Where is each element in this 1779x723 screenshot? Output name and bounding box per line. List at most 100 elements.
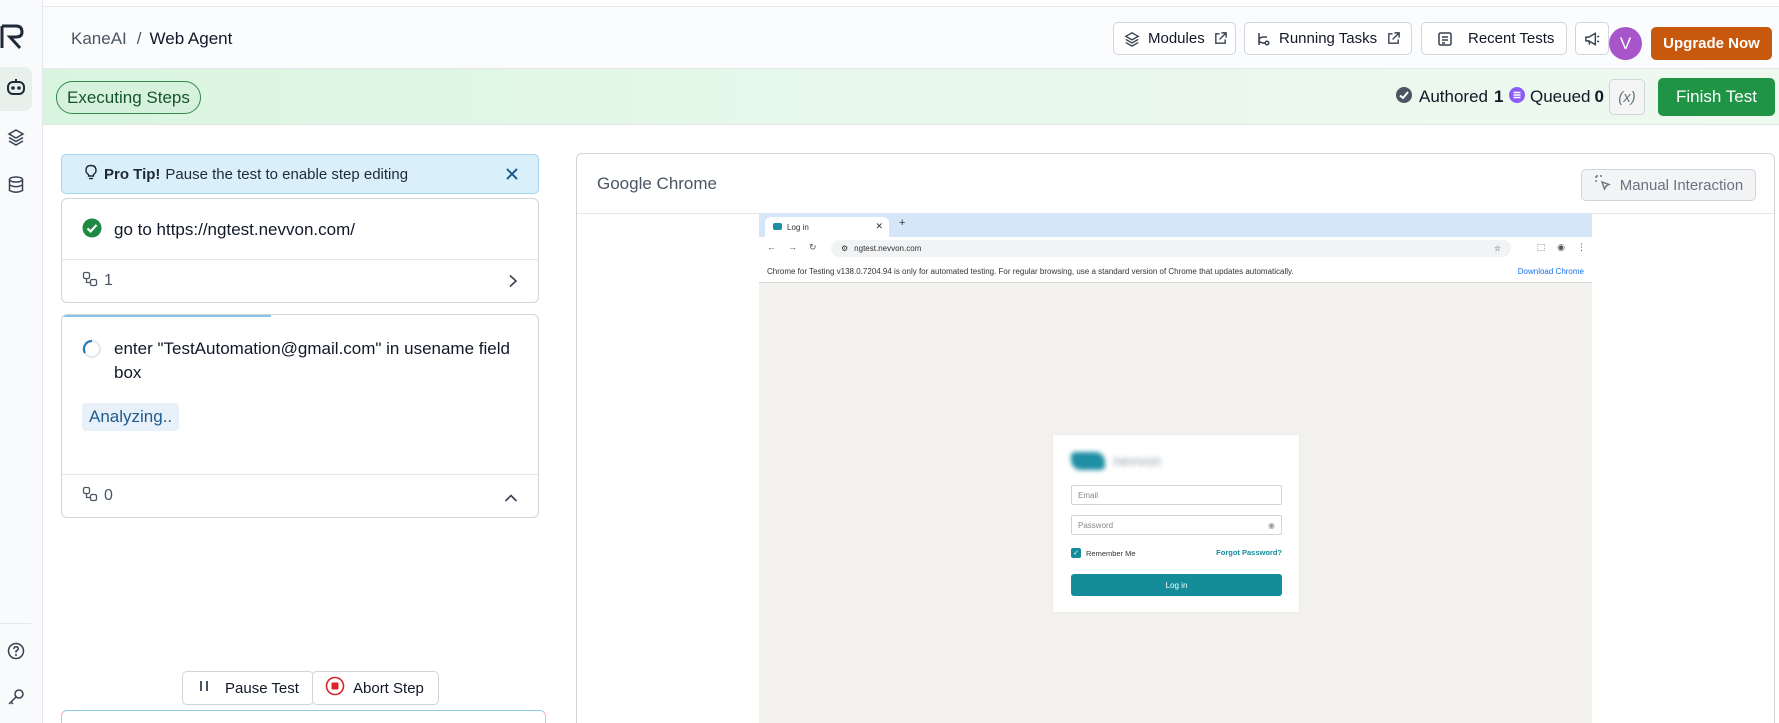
abort-step-label: Abort Step: [353, 679, 424, 697]
step-card[interactable]: go to https://ngtest.nevvon.com/ 1: [61, 198, 539, 303]
left-rail: [0, 0, 43, 723]
chrome-toolbar-right: ⬚ ◉ ⋮: [1537, 242, 1586, 253]
check-circle-icon: [1395, 86, 1413, 109]
download-chrome-link[interactable]: Download Chrome: [1518, 267, 1584, 276]
queued-label: Queued: [1530, 87, 1591, 106]
spinner-icon: [82, 339, 102, 364]
external-link-icon: [1385, 30, 1401, 48]
pro-tip-banner: Pro Tip! Pause the test to enable step e…: [61, 154, 539, 194]
pause-icon: [197, 679, 211, 697]
queue-icon: [1508, 86, 1526, 109]
step-footer[interactable]: 1: [62, 259, 538, 302]
close-icon[interactable]: [502, 164, 522, 184]
chevron-right-icon[interactable]: [508, 274, 518, 293]
manual-interaction-label: Manual Interaction: [1619, 176, 1744, 194]
rail-modules-button[interactable]: [0, 117, 32, 161]
chrome-testing-infobar: Chrome for Testing v138.0.7204.94 is onl…: [759, 260, 1592, 283]
stop-circle-icon: [325, 676, 345, 700]
breadcrumb-separator: /: [136, 28, 142, 48]
running-tasks-label: Running Tasks: [1279, 30, 1378, 47]
top-header: KaneAI / Web Agent Modules Running Tasks: [43, 6, 1779, 69]
step-text: enter "TestAutomation@gmail.com" in usen…: [114, 339, 510, 382]
password-field[interactable]: Password ◉: [1071, 515, 1282, 535]
pause-test-button[interactable]: Pause Test: [182, 671, 314, 705]
step-done-check-icon: [82, 218, 102, 243]
modules-button[interactable]: Modules: [1113, 22, 1236, 55]
browser-screenshot[interactable]: Log in ✕ + ← → ↻ ⚙ ngtest.nevvon.com ☆ ⬚: [759, 213, 1592, 723]
layers-icon: [7, 128, 25, 151]
rail-key-button[interactable]: [0, 677, 32, 721]
executing-steps-badge: Executing Steps: [56, 81, 201, 114]
url-text: ngtest.nevvon.com: [854, 244, 922, 253]
modules-label: Modules: [1148, 30, 1205, 47]
breadcrumb: KaneAI / Web Agent: [71, 7, 232, 70]
authored-stat: Authored 1: [1395, 83, 1503, 111]
manual-interaction-button[interactable]: Manual Interaction: [1581, 169, 1756, 201]
reload-icon[interactable]: ↻: [809, 242, 817, 253]
profile-icon[interactable]: ◉: [1557, 242, 1565, 253]
queued-count: 0: [1594, 87, 1604, 106]
key-icon: [7, 688, 25, 711]
help-icon: [7, 642, 25, 665]
finish-test-button[interactable]: Finish Test: [1658, 78, 1775, 116]
external-link-icon: [1213, 30, 1228, 48]
eye-icon[interactable]: ◉: [1268, 521, 1275, 530]
new-tab-icon[interactable]: +: [899, 217, 905, 229]
step-footer[interactable]: 0: [62, 474, 538, 517]
robot-icon: [6, 78, 26, 101]
bookmark-star-icon[interactable]: ☆: [1494, 244, 1501, 253]
substep-count: 0: [104, 487, 113, 504]
upgrade-now-button[interactable]: Upgrade Now: [1651, 27, 1772, 60]
rail-database-button[interactable]: [0, 165, 32, 209]
forward-arrow-icon[interactable]: →: [788, 242, 797, 253]
browser-panel-header: Google Chrome Manual Interaction: [577, 154, 1774, 214]
remember-me-label: Remember Me: [1086, 548, 1136, 558]
favicon-icon: [773, 222, 782, 232]
step-card[interactable]: enter "TestAutomation@gmail.com" in usen…: [61, 314, 539, 518]
clipboard-list-icon: [1436, 30, 1454, 48]
rail-help-button[interactable]: [0, 631, 32, 675]
login-button[interactable]: Log in: [1071, 574, 1282, 596]
breadcrumb-root[interactable]: KaneAI: [71, 29, 127, 49]
chrome-tab-title: Log in: [787, 222, 809, 232]
running-tasks-button[interactable]: Running Tasks: [1244, 22, 1412, 55]
extensions-icon[interactable]: ⬚: [1537, 242, 1546, 253]
site-settings-icon: ⚙: [841, 244, 849, 253]
rail-divider: [0, 623, 31, 624]
avatar[interactable]: V: [1609, 27, 1642, 60]
variables-button[interactable]: (x): [1609, 79, 1645, 115]
chrome-tab-strip: Log in ✕ +: [759, 213, 1592, 237]
execution-status-bar: Executing Steps Authored 1 Queued 0 (x) …: [43, 69, 1779, 125]
checkbox-checked-icon[interactable]: ✓: [1071, 548, 1081, 558]
abort-step-button[interactable]: Abort Step: [312, 671, 439, 705]
substep-count: 1: [104, 272, 113, 289]
site-logo: nevvon: [1071, 449, 1169, 473]
chrome-menu-icon[interactable]: ⋮: [1577, 242, 1586, 253]
chevron-up-icon[interactable]: [504, 490, 518, 508]
back-arrow-icon[interactable]: ←: [767, 242, 776, 253]
rail-web-agent-button[interactable]: [0, 67, 32, 111]
kaneai-logo-icon[interactable]: [0, 22, 26, 50]
browser-title: Google Chrome: [597, 174, 718, 193]
breadcrumb-current: Web Agent: [149, 28, 233, 48]
email-field[interactable]: Email: [1071, 485, 1282, 505]
step-input-box[interactable]: [61, 710, 546, 723]
recent-tests-button[interactable]: Recent Tests: [1421, 22, 1567, 55]
tab-close-icon[interactable]: ✕: [875, 221, 883, 232]
site-logo-wordmark: nevvon: [1113, 452, 1162, 470]
announcements-button[interactable]: [1575, 22, 1609, 55]
forgot-password-link[interactable]: Forgot Password?: [1216, 548, 1282, 557]
recent-tests-label: Recent Tests: [1468, 30, 1555, 47]
site-logo-mark: [1071, 452, 1105, 470]
remember-me[interactable]: ✓ Remember Me: [1071, 548, 1136, 558]
git-branch-icon: [1255, 30, 1271, 48]
pause-test-label: Pause Test: [225, 679, 299, 697]
url-field[interactable]: ⚙ ngtest.nevvon.com ☆: [831, 240, 1511, 257]
chrome-tab[interactable]: Log in ✕: [765, 217, 889, 237]
megaphone-icon: [1584, 30, 1601, 48]
password-placeholder: Password: [1078, 520, 1114, 530]
layers-icon: [1124, 30, 1140, 48]
queued-stat: Queued 0: [1508, 83, 1604, 111]
chrome-nav-buttons: ← → ↻: [767, 242, 817, 253]
lightbulb-icon: [84, 164, 98, 184]
